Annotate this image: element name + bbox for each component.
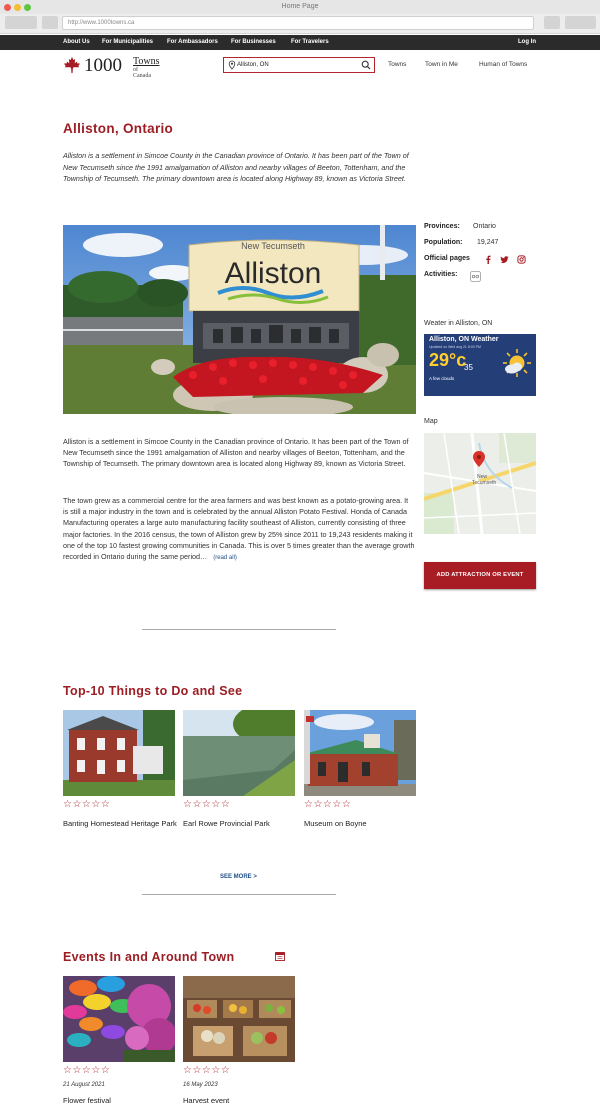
attraction-card[interactable]: ☆☆☆☆☆ Earl Rowe Provincial Park xyxy=(183,710,295,845)
event-name: Flower festival xyxy=(63,1096,111,1105)
attraction-card[interactable]: ☆☆☆☆☆ Museum on Boyne xyxy=(304,710,416,845)
calendar-icon[interactable] xyxy=(275,951,285,961)
rating-stars[interactable]: ☆☆☆☆☆ xyxy=(63,1065,110,1076)
rating-stars[interactable]: ☆☆☆☆☆ xyxy=(304,799,351,810)
nav-for-businesses[interactable]: For Businesses xyxy=(231,39,276,45)
fact-activities: Activities: xyxy=(424,271,481,282)
attraction-name: Museum on Boyne xyxy=(304,819,367,828)
event-card[interactable]: ☆☆☆☆☆ 21 August 2021 Flower festival xyxy=(63,976,175,1111)
back-button[interactable] xyxy=(5,16,37,29)
event-date: 21 August 2021 xyxy=(63,1082,105,1088)
site-navbar: About Us For Municipalities For Ambassad… xyxy=(0,35,600,50)
address-bar[interactable]: http://www.1000towns.ca xyxy=(62,16,534,30)
window-title: Home Page xyxy=(281,3,319,10)
activities-label: Activities: xyxy=(424,271,458,278)
nav-for-ambassadors[interactable]: For Ambassadors xyxy=(167,39,218,45)
search-value: Alliston, ON xyxy=(237,62,269,68)
nav-for-municipalities[interactable]: For Municipalities xyxy=(102,39,153,45)
fact-provinces: Provinces: Ontario xyxy=(424,223,496,230)
logo-towns: Towns xyxy=(133,56,160,67)
section-divider-1 xyxy=(142,629,336,630)
attraction-name: Banting Homestead Heritage Park xyxy=(63,819,177,828)
sun-cloud-icon xyxy=(503,349,531,377)
add-attraction-button[interactable]: ADD ATTRACTION OR EVENT xyxy=(424,562,536,589)
browser-titlebar: Home Page xyxy=(0,0,600,14)
provinces-value: Ontario xyxy=(473,223,496,230)
population-value: 19,247 xyxy=(477,239,499,246)
fact-population: Population: 19,247 xyxy=(424,239,498,246)
events-section-title: Events In and Around Town xyxy=(63,950,235,964)
see-more-link[interactable]: SEE MORE > xyxy=(220,874,257,880)
event-card[interactable]: ☆☆☆☆☆ 16 May 2023 Harvest event xyxy=(183,976,295,1111)
nav-for-travelers[interactable]: For Travelers xyxy=(291,39,329,45)
twitter-icon[interactable] xyxy=(500,255,509,264)
event-image xyxy=(63,976,175,1062)
nav-about-us[interactable]: About Us xyxy=(63,39,90,45)
weather-label: Weater in Alliston, ON xyxy=(424,320,493,327)
event-name: Harvest event xyxy=(183,1096,230,1105)
sign-name-text: Alliston xyxy=(225,257,322,290)
maple-leaf-icon xyxy=(63,56,81,74)
things-section-title: Top-10 Things to Do and See xyxy=(63,684,243,698)
attraction-image xyxy=(63,710,175,796)
event-date: 16 May 2023 xyxy=(183,1082,218,1088)
weather-temperature: 29°c xyxy=(429,350,467,370)
page-title: Alliston, Ontario xyxy=(63,121,174,136)
link-human-of-towns[interactable]: Human of Towns xyxy=(479,61,527,68)
town-intro: Alliston is a settlement in Simcoe Count… xyxy=(63,151,409,183)
map-label: Map xyxy=(424,418,438,425)
fact-official-pages: Official pages xyxy=(424,255,534,264)
provinces-label: Provinces: xyxy=(424,223,460,230)
logo-of-canada: of Canada xyxy=(133,67,151,79)
weather-updated: Updated on Wed aug 21 8:00 PM xyxy=(429,345,481,349)
page: Home Page http://www.1000towns.ca About … xyxy=(0,0,600,1117)
town-description-1: Alliston is a settlement in Simcoe Count… xyxy=(63,437,409,469)
rating-stars[interactable]: ☆☆☆☆☆ xyxy=(183,799,230,810)
rating-stars[interactable]: ☆☆☆☆☆ xyxy=(63,799,110,810)
event-image xyxy=(183,976,295,1062)
alliston-sign-photo: New Tecumseth Alliston xyxy=(63,225,416,414)
map-town-line2: Tecumseth xyxy=(472,480,497,486)
link-town-in-me[interactable]: Town in Me xyxy=(425,61,458,68)
town-search-input[interactable]: Alliston, ON xyxy=(223,57,375,73)
attraction-card[interactable]: ☆☆☆☆☆ Banting Homestead Heritage Park xyxy=(63,710,177,845)
weather-widget[interactable]: Alliston, ON Weather Updated on Wed aug … xyxy=(424,334,536,396)
activity-icon[interactable] xyxy=(470,271,481,282)
map-pin-icon xyxy=(228,60,236,70)
town-description-2: The town grew as a commercial centre for… xyxy=(63,495,415,564)
link-towns[interactable]: Towns xyxy=(388,61,406,68)
browser-toolbar: http://www.1000towns.ca xyxy=(0,14,600,34)
forward-button[interactable] xyxy=(42,16,58,29)
weather-description: A few clouds xyxy=(429,376,455,381)
section-divider-2 xyxy=(142,894,336,895)
population-label: Population: xyxy=(424,239,463,246)
weather-title: Alliston, ON Weather xyxy=(429,336,499,343)
read-all-link[interactable]: (read all) xyxy=(213,555,237,561)
logo-number: 1000 xyxy=(84,55,122,76)
map-town-label: New Tecumseth xyxy=(472,474,496,486)
weather-low: 35 xyxy=(464,363,473,372)
town-map[interactable]: New Tecumseth xyxy=(424,433,536,534)
instagram-icon[interactable] xyxy=(517,255,526,264)
tabs-button[interactable] xyxy=(565,16,596,29)
search-icon[interactable] xyxy=(361,60,371,70)
share-button[interactable] xyxy=(544,16,560,29)
sign-top-text: New Tecumseth xyxy=(241,241,305,251)
town-hero-image: New Tecumseth Alliston xyxy=(63,225,416,414)
nav-log-in[interactable]: Log In xyxy=(518,39,536,45)
attraction-image xyxy=(304,710,416,796)
facebook-icon[interactable] xyxy=(484,255,493,264)
town-description-2-text: The town grew as a commercial centre for… xyxy=(63,496,415,562)
rating-stars[interactable]: ☆☆☆☆☆ xyxy=(183,1065,230,1076)
attraction-name: Earl Rowe Provincial Park xyxy=(183,819,270,828)
attraction-image xyxy=(183,710,295,796)
official-pages-label: Official pages xyxy=(424,255,470,262)
